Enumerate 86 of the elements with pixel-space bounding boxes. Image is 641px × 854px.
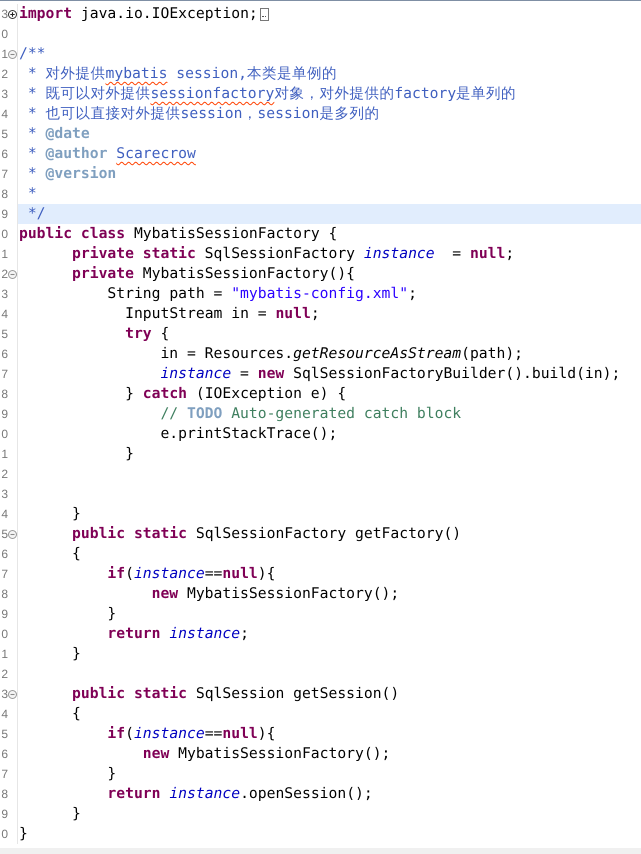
code-line: { [72, 704, 81, 724]
line-number: 0 [0, 226, 8, 243]
line-number: 7 [0, 366, 8, 383]
line-number: 0 [0, 426, 8, 443]
line-number: 3 [0, 486, 8, 503]
code-line: * 也可以直接对外提供session，session是多列的 [28, 104, 380, 124]
code-line: instance = new SqlSessionFactoryBuilder().build(in); [160, 364, 620, 384]
collapse-icon[interactable] [8, 530, 17, 538]
code-line: public static SqlSessionFactory getFactory() [72, 524, 462, 544]
collapse-icon[interactable] [8, 690, 17, 698]
code-line: String path = "mybatis-config.xml"; [107, 284, 417, 304]
line-number: 9 [0, 206, 8, 223]
line-number: 8 [0, 786, 8, 803]
code-line: public class MybatisSessionFactory { [19, 224, 338, 244]
code-line: in = Resources.getResourceAsStream(path); [160, 344, 524, 364]
code-line: private MybatisSessionFactory(){ [72, 264, 356, 284]
code-line: if(instance==null){ [107, 564, 276, 584]
line-number: 4 [0, 706, 8, 723]
line-number: 0 [0, 26, 8, 43]
line-number: 9 [0, 606, 8, 623]
line-number: 0 [0, 626, 8, 643]
line-number: 4 [0, 106, 8, 123]
code-line: } [72, 804, 81, 824]
code-line: /** [19, 44, 46, 64]
line-number: 4 [0, 306, 8, 323]
line-number: 4 [0, 506, 8, 523]
code-line: InputStream in = null; [125, 304, 320, 324]
code-line: return instance; [107, 624, 249, 644]
code-line: public static SqlSession getSession() [72, 684, 400, 704]
line-number: 7 [0, 766, 8, 783]
code-line: * @author Scarecrow [28, 144, 196, 164]
line-number: 5 [0, 126, 8, 143]
code-line: } [19, 824, 28, 844]
line-number: 2 [0, 66, 8, 83]
line-number: 1 [0, 246, 8, 263]
line-number: 3 [0, 6, 8, 23]
code-line: { [72, 544, 81, 564]
code-line: e.printStackTrace(); [160, 424, 338, 444]
line-number: 0 [0, 826, 8, 843]
line-number: 2 [0, 666, 8, 683]
line-number: 6 [0, 146, 8, 163]
collapse-icon[interactable] [8, 50, 17, 58]
code-line: if(instance==null){ [107, 724, 276, 744]
line-number: 1 [0, 446, 8, 463]
code-line: return instance.openSession(); [107, 784, 373, 804]
line-number: 5 [0, 526, 8, 543]
line-number: 9 [0, 806, 8, 823]
code-line: * @version [28, 164, 116, 184]
line-number: 3 [0, 86, 8, 103]
line-number: 3 [0, 286, 8, 303]
collapse-icon[interactable] [8, 270, 17, 278]
line-number: 7 [0, 566, 8, 583]
line-number: 7 [0, 166, 8, 183]
line-number: 2 [0, 466, 8, 483]
line-number: 8 [0, 186, 8, 203]
code-line: // TODO Auto-generated catch block [160, 404, 462, 424]
code-line: * 既可以对外提供sessionfactory对象，对外提供的factory是单列的 [28, 84, 516, 104]
code-line: * 对外提供mybatis session,本类是单例的 [28, 64, 338, 84]
code-line: } [125, 444, 134, 464]
line-number: 6 [0, 346, 8, 363]
code-line: } catch (IOException e) { [125, 384, 346, 404]
code-line: } [107, 604, 116, 624]
code-line: try { [125, 324, 170, 344]
line-number: 8 [0, 586, 8, 603]
line-number: 6 [0, 546, 8, 563]
line-number: 5 [0, 726, 8, 743]
line-number: 5 [0, 326, 8, 343]
line-number: 1 [0, 46, 8, 63]
line-number: 3 [0, 686, 8, 703]
code-line: } [72, 504, 81, 524]
code-line: import java.io.IOException; [19, 4, 258, 24]
code-line: new MybatisSessionFactory(); [152, 584, 400, 604]
code-line: * @date [28, 124, 90, 144]
line-number: 8 [0, 386, 8, 403]
folded-code-icon[interactable] [260, 8, 269, 20]
code-line: } [72, 644, 81, 664]
code-line: private static SqlSessionFactory instance = null; [72, 244, 514, 264]
line-number: 6 [0, 746, 8, 763]
code-line: } [107, 764, 116, 784]
code-line: */ [28, 204, 46, 224]
line-number: 2 [0, 266, 8, 283]
code-line: * [28, 184, 37, 204]
line-number: 9 [0, 406, 8, 423]
line-number: 1 [0, 646, 8, 663]
expand-icon[interactable] [8, 10, 17, 18]
code-line: new MybatisSessionFactory(); [142, 744, 390, 764]
